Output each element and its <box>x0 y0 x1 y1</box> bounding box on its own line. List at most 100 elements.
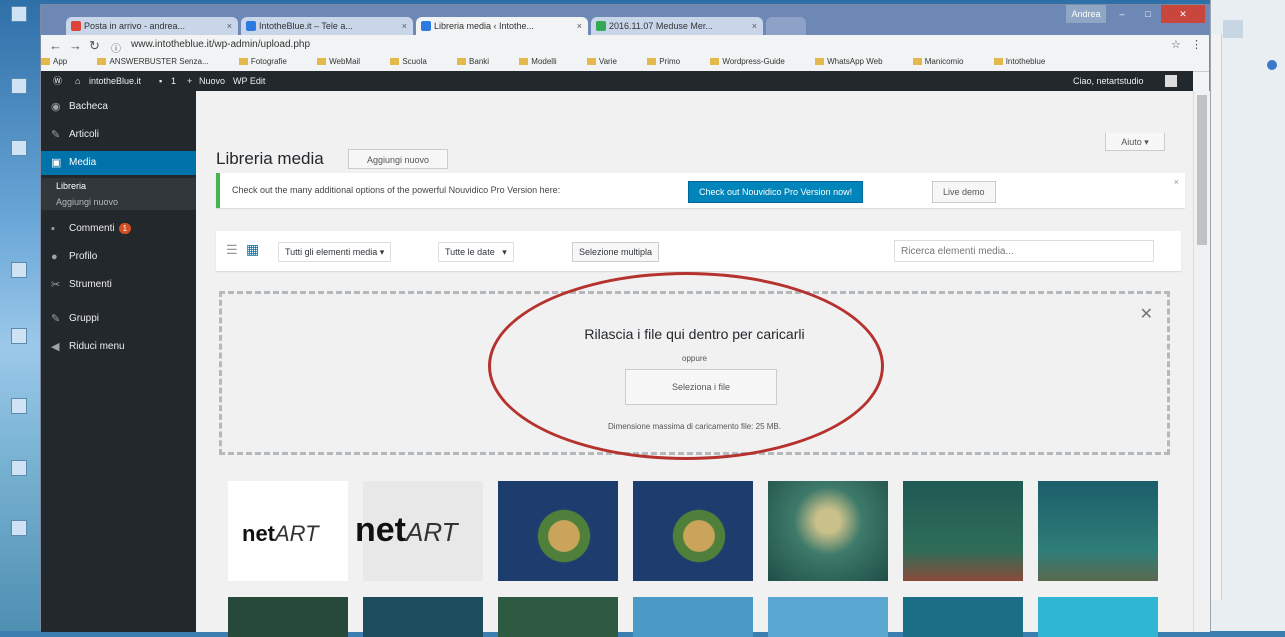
url-field[interactable]: www.intotheblue.it/wp-admin/upload.php <box>131 39 1031 53</box>
media-thumbnail[interactable] <box>228 597 348 637</box>
media-thumbnail[interactable] <box>768 597 888 637</box>
comments-count[interactable]: 1 <box>171 71 176 91</box>
desktop-icon[interactable] <box>2 78 36 96</box>
bookmark-item[interactable]: Primo <box>647 57 694 66</box>
bookmark-item[interactable]: Banki <box>457 57 503 66</box>
sidebar-item-commenti[interactable]: ▪ Commenti 1 <box>41 217 196 241</box>
bookmark-item[interactable]: Intotheblue <box>993 57 1060 66</box>
media-thumbnail[interactable]: netART <box>355 481 483 581</box>
bookmark-item[interactable]: WhatsApp Web <box>815 57 896 66</box>
media-thumbnail[interactable] <box>498 597 618 637</box>
home-icon[interactable]: ⌂ <box>75 71 80 91</box>
desktop-icon[interactable] <box>2 520 36 538</box>
close-tab-icon[interactable]: × <box>402 17 407 35</box>
reload-icon[interactable]: ↻ <box>89 38 100 54</box>
bookmark-item[interactable]: App <box>41 57 81 66</box>
media-thumbnail-map[interactable] <box>498 481 618 581</box>
background-scrollbar[interactable] <box>1211 34 1222 600</box>
wp-edit-menu[interactable]: WP Edit <box>233 71 265 91</box>
netart-logo-icon: netART <box>355 511 458 549</box>
browser-tab[interactable]: Posta in arrivo - andrea... × <box>66 17 238 35</box>
submenu-aggiungi-nuovo[interactable]: Aggiungi nuovo <box>41 194 196 210</box>
desktop-icon[interactable] <box>2 398 36 416</box>
help-icon[interactable] <box>1267 60 1277 70</box>
maximize-button[interactable]: □ <box>1135 5 1161 23</box>
dismiss-icon[interactable]: × <box>1174 177 1179 187</box>
desktop-icon[interactable] <box>2 262 36 280</box>
media-thumbnail-jellyfish[interactable] <box>768 481 888 581</box>
blogger-icon <box>421 21 431 31</box>
sidebar-item-media[interactable]: ▣ Media <box>41 151 196 175</box>
menu-icon[interactable]: ⋮ <box>1191 38 1202 51</box>
bulk-select-button[interactable]: Selezione multipla <box>572 242 660 262</box>
desktop-icon[interactable] <box>2 328 36 346</box>
desktop-icon[interactable] <box>2 460 36 478</box>
media-type-filter[interactable]: Tutti gli elementi media ▾ <box>278 242 392 262</box>
bookmark-item[interactable]: WebMail <box>317 57 374 66</box>
desktop-icon[interactable] <box>2 140 36 158</box>
sidebar-item-strumenti[interactable]: ✂ Strumenti <box>41 273 196 297</box>
media-thumbnail[interactable] <box>903 597 1023 637</box>
minimize-button[interactable]: – <box>1109 5 1135 23</box>
media-thumbnail[interactable] <box>1038 597 1158 637</box>
avatar[interactable] <box>1165 75 1177 87</box>
sidebar-item-bacheca[interactable]: ◉ Bacheca <box>41 95 196 119</box>
address-bar-row: ← → ↻ ⓘ www.intotheblue.it/wp-admin/uplo… <box>41 35 1209 57</box>
submenu-libreria[interactable]: Libreria <box>41 178 196 194</box>
media-thumbnail[interactable] <box>633 597 753 637</box>
sidebar-item-articoli[interactable]: ✎ Articoli <box>41 123 196 147</box>
date-filter[interactable]: Tutte le date ▾ <box>438 242 514 262</box>
account-greeting[interactable]: Ciao, netartstudio <box>1073 71 1144 91</box>
tab-strip: Posta in arrivo - andrea... × IntotheBlue… <box>41 5 1209 35</box>
desktop-icon[interactable] <box>2 6 36 24</box>
browser-tab[interactable]: 2016.11.07 Meduse Mer... × <box>591 17 763 35</box>
close-button[interactable]: ✕ <box>1161 5 1205 23</box>
media-thumbnail-underwater[interactable] <box>903 481 1023 581</box>
highlight-oval <box>488 272 884 460</box>
add-new-button[interactable]: Aggiungi nuovo <box>348 149 448 169</box>
comment-icon[interactable]: ▪ <box>159 71 162 91</box>
page-scrollbar[interactable] <box>1193 91 1210 632</box>
bookmark-item[interactable]: Scuola <box>390 57 440 66</box>
bookmark-item[interactable]: Wordpress-Guide <box>710 57 799 66</box>
close-tab-icon[interactable]: × <box>577 17 582 35</box>
browser-tab[interactable]: IntotheBlue.it – Tele a... × <box>241 17 413 35</box>
live-demo-button[interactable]: Live demo <box>932 181 996 203</box>
sidebar-item-riduci-menu[interactable]: ◀ Riduci menu <box>41 335 196 359</box>
browser-tab-active[interactable]: Libreria media ‹ Intothe... × <box>416 17 588 35</box>
list-view-icon[interactable]: ☰ <box>226 242 238 258</box>
wordpress-icon[interactable]: Ⓦ <box>53 71 62 91</box>
help-tab[interactable]: Aiuto ▾ <box>1105 133 1165 151</box>
plus-icon[interactable]: + <box>187 71 192 91</box>
new-menu[interactable]: Nuovo <box>199 71 225 91</box>
media-thumbnail-underwater[interactable] <box>1038 481 1158 581</box>
close-tab-icon[interactable]: × <box>752 17 757 35</box>
site-name[interactable]: intotheBlue.it <box>89 71 141 91</box>
star-icon[interactable]: ☆ <box>1171 38 1181 51</box>
bookmark-item[interactable]: ANSWERBUSTER Senza... <box>97 57 222 66</box>
grid-view-icon[interactable]: ▦ <box>246 241 259 258</box>
notice-cta-button[interactable]: Check out Nouvidico Pro Version now! <box>688 181 864 203</box>
media-thumbnail[interactable]: netART <box>228 481 348 581</box>
background-window-tab[interactable] <box>1223 20 1243 38</box>
profile-name[interactable]: Andrea <box>1066 5 1106 23</box>
sidebar-item-gruppi[interactable]: ✎ Gruppi <box>41 307 196 331</box>
media-search-input[interactable]: Ricerca elementi media... <box>894 240 1154 262</box>
bookmark-item[interactable]: Varie <box>586 57 631 66</box>
forward-icon[interactable]: → <box>69 38 82 53</box>
sidebar-item-profilo[interactable]: ● Profilo <box>41 245 196 269</box>
close-icon[interactable]: ✕ <box>1140 304 1153 324</box>
comments-badge: 1 <box>118 223 132 234</box>
close-tab-icon[interactable]: × <box>227 17 232 35</box>
media-thumbnail-map[interactable] <box>633 481 753 581</box>
bookmark-item[interactable]: Modelli <box>519 57 570 66</box>
media-thumbnail[interactable] <box>363 597 483 637</box>
back-icon[interactable]: ← <box>49 38 62 53</box>
collapse-icon: ◀ <box>51 341 60 353</box>
scrollbar-thumb[interactable] <box>1197 95 1207 245</box>
bookmark-item[interactable]: Fotografie <box>238 57 301 66</box>
user-icon: ● <box>51 251 58 263</box>
bookmark-item[interactable]: Manicomio <box>912 57 978 66</box>
page-info-icon[interactable]: ⓘ <box>111 40 121 55</box>
new-tab-button[interactable] <box>766 17 806 35</box>
